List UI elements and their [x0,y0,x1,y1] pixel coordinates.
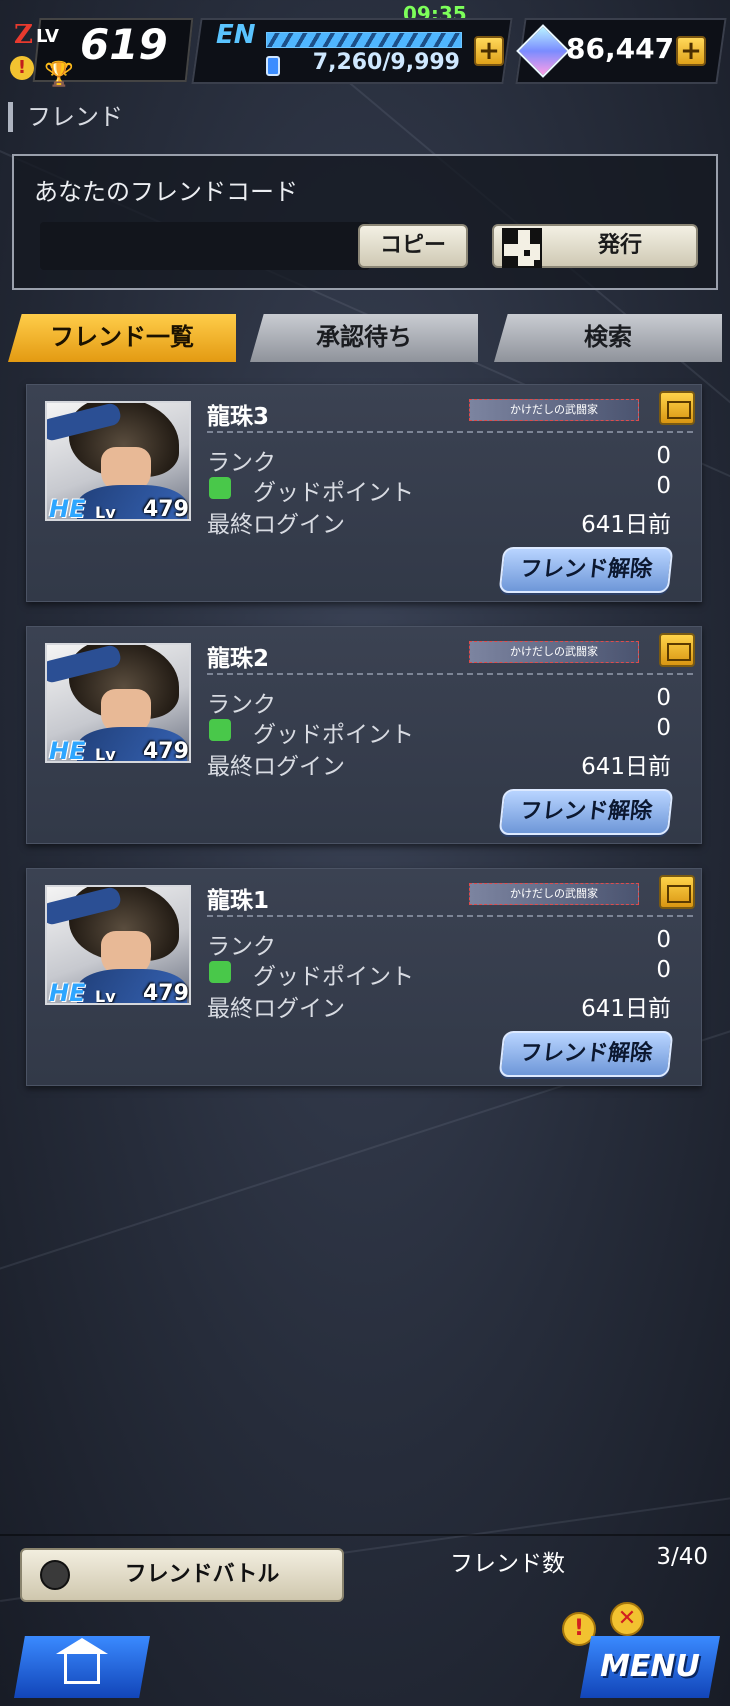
friend-level: 479 [143,981,189,1005]
friend-level: 479 [143,739,189,763]
friend-level: 479 [143,497,189,521]
title-badge: かけだしの武闘家 [469,883,639,905]
energy-label: EN [216,20,256,50]
qr-code-icon [502,228,542,268]
friend-code-title: あなたのフレンドコード [34,178,298,206]
footer-divider [0,1534,730,1536]
player-level-panel[interactable]: Z LV 619 ! 🏆 [8,12,194,92]
trophy-icon: 🏆 [44,60,74,88]
menu-button[interactable]: MENU [580,1636,720,1698]
title-badge: かけだしの武闘家 [469,399,639,421]
energy-bar [266,32,462,48]
thumbs-up-icon [209,477,231,499]
energy-plus-button[interactable]: + [474,36,504,66]
friend-count-value: 3/40 [656,1544,708,1570]
level-tag: Lv [95,987,116,1005]
level-z-prefix: Z [14,20,33,50]
level-tag: Lv [95,745,116,763]
level-lv-prefix: LV [36,26,59,47]
tab-search[interactable]: 検索 [494,314,722,362]
energy-value: 7,260/9,999 [312,50,460,75]
divider [207,431,693,433]
tab-friend-list[interactable]: フレンド一覧 [8,314,236,362]
good-point-value: 0 [656,715,671,741]
rank-value: 0 [656,685,671,711]
home-button[interactable] [14,1636,150,1698]
friend-avatar[interactable]: HE Lv 479 [45,643,191,763]
home-icon [64,1650,100,1684]
alert-badge-icon: ! [10,56,34,80]
issue-button-label: 発行 [597,233,642,258]
rank-value: 0 [656,443,671,469]
friend-code-field [40,222,370,270]
good-point-label: グッドポイント [253,480,414,506]
friend-card: HE Lv 479 龍珠2 かけだしの武闘家 ランク 0 グッドポイント 0 最… [26,626,702,844]
divider [207,915,693,917]
unfriend-button[interactable]: フレンド解除 [498,789,674,835]
last-login-label: 最終ログイン [207,754,345,780]
last-login-label: 最終ログイン [207,512,345,538]
friend-code-panel: あなたのフレンドコード コピー 発行 [12,154,718,290]
gem-plus-button[interactable]: + [676,36,706,66]
last-login-value: 641日前 [581,512,671,538]
unfriend-button[interactable]: フレンド解除 [498,547,674,593]
friend-battle-button[interactable]: フレンドバトル [20,1548,344,1602]
copy-button[interactable]: コピー [358,224,468,268]
good-point-label: グッドポイント [253,964,414,990]
energy-bottle-icon [266,56,280,76]
hero-tag: HE [49,737,86,763]
friend-name: 龍珠2 [207,646,270,672]
rank-value: 0 [656,927,671,953]
tab-pending-approval[interactable]: 承認待ち [250,314,478,362]
player-level-value: 619 [80,20,168,69]
friend-count-label: フレンド数 [450,1551,565,1577]
level-tag: Lv [95,503,116,521]
last-login-value: 641日前 [581,754,671,780]
issue-button[interactable]: 発行 [492,224,698,268]
profile-card-icon[interactable] [659,875,695,909]
friend-avatar[interactable]: HE Lv 479 [45,401,191,521]
hero-tag: HE [49,979,86,1005]
rank-label: ランク [207,692,276,718]
battle-icon [40,1560,70,1590]
battle-badge-icon: ✕ [610,1602,644,1636]
gem-value: 86,447 [566,32,675,65]
hero-tag: HE [49,495,86,521]
divider [207,673,693,675]
thumbs-up-icon [209,719,231,741]
page-title: フレンド [8,102,123,132]
good-point-value: 0 [656,473,671,499]
unfriend-button[interactable]: フレンド解除 [498,1031,674,1077]
thumbs-up-icon [209,961,231,983]
friend-name: 龍珠3 [207,404,270,430]
title-badge: かけだしの武闘家 [469,641,639,663]
profile-card-icon[interactable] [659,391,695,425]
last-login-label: 最終ログイン [207,996,345,1022]
good-point-value: 0 [656,957,671,983]
friend-battle-label: フレンドバトル [124,1562,280,1587]
profile-card-icon[interactable] [659,633,695,667]
friend-card: HE Lv 479 龍珠3 かけだしの武闘家 ランク 0 グッドポイント 0 最… [26,384,702,602]
last-login-value: 641日前 [581,996,671,1022]
friend-name: 龍珠1 [207,888,270,914]
rank-label: ランク [207,450,276,476]
rank-label: ランク [207,934,276,960]
friend-card: HE Lv 479 龍珠1 かけだしの武闘家 ランク 0 グッドポイント 0 最… [26,868,702,1086]
friend-avatar[interactable]: HE Lv 479 [45,885,191,1005]
good-point-label: グッドポイント [253,722,414,748]
